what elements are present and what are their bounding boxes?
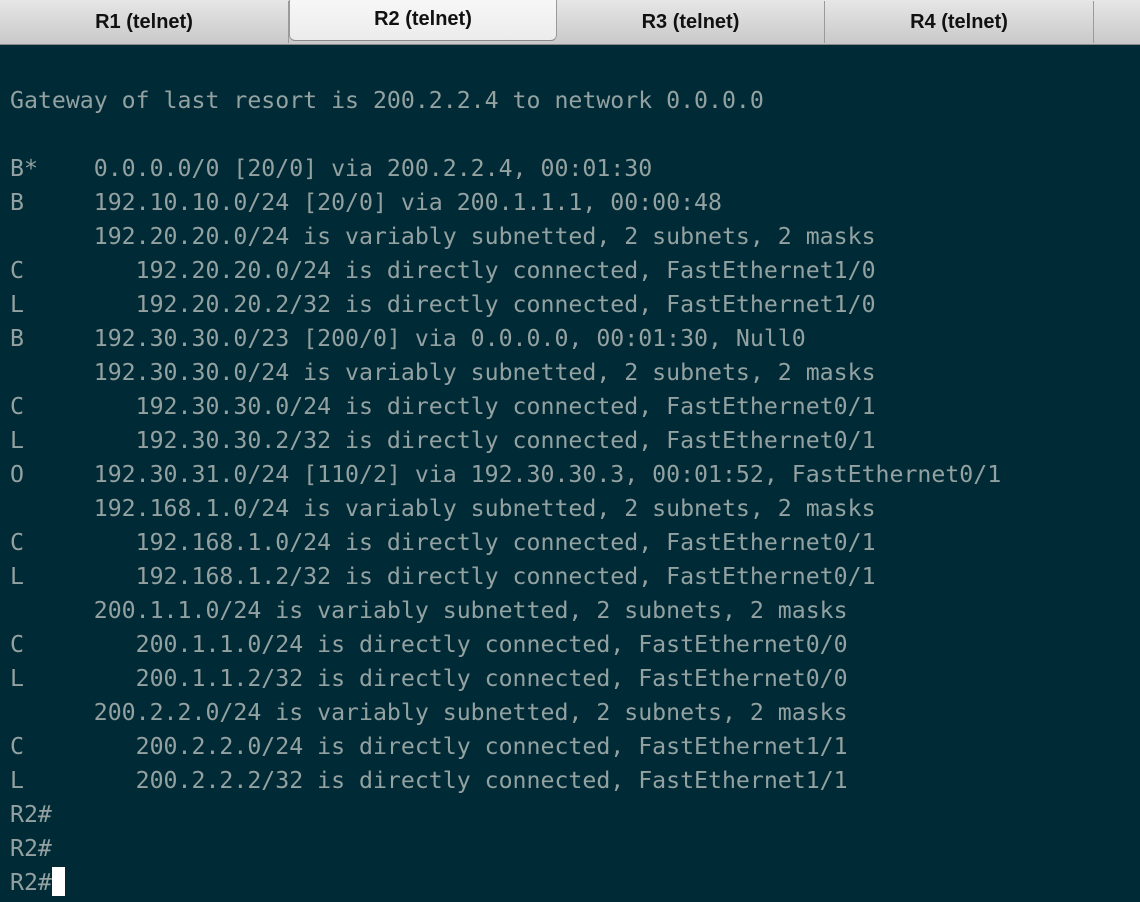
- prompt-line: R2#: [10, 801, 52, 828]
- route-line: B* 0.0.0.0/0 [20/0] via 200.2.2.4, 00:01…: [10, 155, 653, 182]
- route-line: 192.30.30.0/24 is variably subnetted, 2 …: [10, 359, 876, 386]
- route-line: L 192.168.1.2/32 is directly connected, …: [10, 563, 876, 590]
- tab-bar-filler: [1094, 1, 1140, 43]
- route-line: L 200.2.2.2/32 is directly connected, Fa…: [10, 767, 848, 794]
- route-line: C 200.2.2.0/24 is directly connected, Fa…: [10, 733, 848, 760]
- tab-r3[interactable]: R3 (telnet): [557, 1, 825, 43]
- route-line: C 192.30.30.0/24 is directly connected, …: [10, 393, 876, 420]
- route-line: 192.20.20.0/24 is variably subnetted, 2 …: [10, 223, 876, 250]
- terminal-output[interactable]: Gateway of last resort is 200.2.2.4 to n…: [0, 45, 1140, 902]
- prompt-text: R2#: [10, 869, 52, 896]
- route-line: 192.168.1.0/24 is variably subnetted, 2 …: [10, 495, 876, 522]
- route-line: C 192.168.1.0/24 is directly connected, …: [10, 529, 876, 556]
- route-line: L 200.1.1.2/32 is directly connected, Fa…: [10, 665, 848, 692]
- route-line: B 192.30.30.0/23 [200/0] via 0.0.0.0, 00…: [10, 325, 806, 352]
- route-line: B 192.10.10.0/24 [20/0] via 200.1.1.1, 0…: [10, 189, 722, 216]
- active-prompt-line[interactable]: R2#: [10, 866, 1001, 900]
- gateway-line: Gateway of last resort is 200.2.2.4 to n…: [10, 87, 764, 114]
- text-cursor: [51, 867, 65, 896]
- route-line: 200.2.2.0/24 is variably subnetted, 2 su…: [10, 699, 848, 726]
- terminal-window: R1 (telnet) R2 (telnet) R3 (telnet) R4 (…: [0, 0, 1140, 902]
- route-line: O 192.30.31.0/24 [110/2] via 192.30.30.3…: [10, 461, 1002, 488]
- route-line: 200.1.1.0/24 is variably subnetted, 2 su…: [10, 597, 848, 624]
- prompt-line: R2#: [10, 835, 52, 862]
- route-line: L 192.20.20.2/32 is directly connected, …: [10, 291, 876, 318]
- route-line: C 200.1.1.0/24 is directly connected, Fa…: [10, 631, 848, 658]
- tab-bar: R1 (telnet) R2 (telnet) R3 (telnet) R4 (…: [0, 0, 1140, 45]
- tab-r4[interactable]: R4 (telnet): [825, 1, 1094, 43]
- route-line: L 192.30.30.2/32 is directly connected, …: [10, 427, 876, 454]
- routing-table: B* 0.0.0.0/0 [20/0] via 200.2.2.4, 00:01…: [10, 152, 1001, 900]
- route-line: C 192.20.20.0/24 is directly connected, …: [10, 257, 876, 284]
- tab-r1[interactable]: R1 (telnet): [0, 1, 289, 43]
- tab-r2[interactable]: R2 (telnet): [289, 0, 557, 41]
